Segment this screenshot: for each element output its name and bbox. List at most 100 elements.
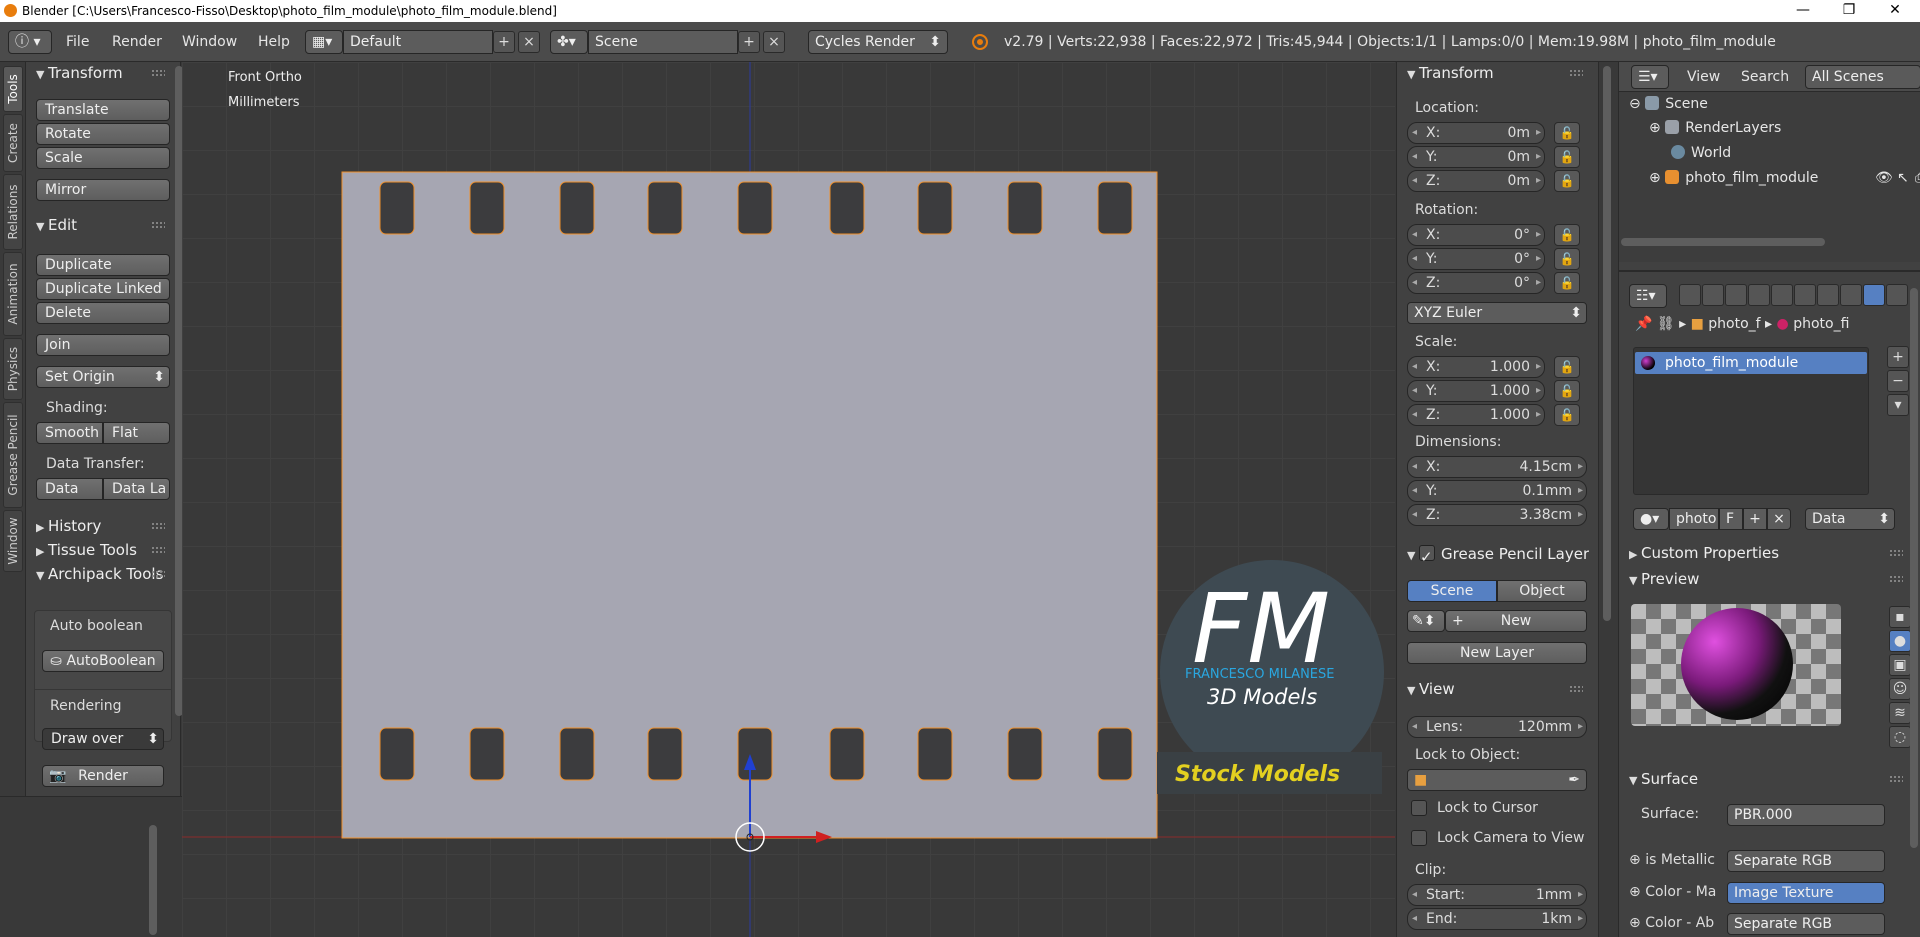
autoboolean-button[interactable]: ⛀ AutoBoolean	[42, 650, 164, 672]
tab-create[interactable]: Create	[3, 114, 23, 172]
dimension-x-field[interactable]: X: 4.15cm	[1407, 456, 1587, 478]
scale-z-field[interactable]: Z: 1.000	[1407, 404, 1545, 426]
mirror-button[interactable]: Mirror	[36, 179, 170, 201]
panel-header-transform-n[interactable]: ▼ Transform	[1397, 62, 1589, 86]
tab-relations[interactable]: Relations	[3, 174, 23, 250]
gp-new-layer-button[interactable]: New Layer	[1407, 642, 1587, 664]
texture-tab-icon[interactable]	[1886, 284, 1908, 306]
lock-icon[interactable]: 🔓	[1554, 356, 1580, 378]
outliner-hscrollbar[interactable]	[1621, 238, 1825, 246]
outliner-renderlayers-row[interactable]: ⊕ RenderLayers	[1649, 120, 1781, 136]
properties-editor-type[interactable]: ☷▾	[1629, 284, 1667, 308]
3d-viewport[interactable]: Front Ortho Millimeters FM FRANCESCO MIL…	[182, 62, 1395, 937]
screen-layout-field[interactable]: Default	[343, 30, 493, 54]
delete-button[interactable]: Delete	[36, 302, 170, 324]
preview-monkey-icon[interactable]: ☺	[1889, 678, 1911, 700]
gp-new-button[interactable]: + New	[1445, 610, 1587, 632]
slot-specials-icon[interactable]: ▾	[1887, 394, 1909, 416]
menu-window[interactable]: Window	[182, 34, 237, 50]
rotation-mode-select[interactable]: XYZ Euler ⬍	[1407, 302, 1587, 324]
remove-scene-icon[interactable]: ×	[763, 31, 785, 53]
pencil-icon[interactable]: ✎⬍	[1407, 610, 1445, 632]
properties-scrollbar[interactable]	[1910, 288, 1918, 848]
tab-physics[interactable]: Physics	[3, 338, 23, 400]
panel-header-preview[interactable]: ▼ Preview	[1619, 568, 1909, 592]
menu-help[interactable]: Help	[258, 34, 290, 50]
rotation-x-field[interactable]: X: 0°	[1407, 224, 1545, 246]
expand-icon[interactable]: ⊕	[1629, 884, 1645, 900]
screen-layout-icon[interactable]: ▦▾	[305, 30, 343, 54]
preview-world-icon[interactable]: ◌	[1889, 726, 1911, 748]
tab-animation[interactable]: Animation	[3, 252, 23, 336]
expand-icon[interactable]: ⊕	[1629, 915, 1645, 931]
lower-scrollbar[interactable]	[149, 825, 157, 935]
cursor-select-icon[interactable]: ↖	[1897, 170, 1909, 186]
lock-icon[interactable]: 🔓	[1554, 272, 1580, 294]
panel-header-tissue-tools[interactable]: ▶ Tissue Tools	[26, 539, 171, 563]
location-y-field[interactable]: Y: 0m	[1407, 146, 1545, 168]
draw-over-select[interactable]: Draw over ⬍	[42, 728, 164, 750]
preview-hair-icon[interactable]: ≋	[1889, 702, 1911, 724]
material-name-field[interactable]: photo	[1669, 508, 1719, 530]
render-layers-tab-icon[interactable]	[1702, 284, 1724, 306]
panel-header-grease-pencil[interactable]: ▼ ✓ Grease Pencil Layers	[1397, 542, 1589, 566]
outliner-world-row[interactable]: World	[1671, 145, 1731, 161]
rotation-z-field[interactable]: Z: 0°	[1407, 272, 1545, 294]
data-transfer-button[interactable]: Data	[36, 478, 103, 500]
material-slot-row[interactable]: photo_film_module	[1635, 352, 1867, 374]
panel-header-history[interactable]: ▶ History	[26, 515, 171, 539]
outliner-scene-row[interactable]: ⊖ Scene	[1629, 96, 1708, 112]
expand-icon[interactable]: ⊕	[1629, 852, 1645, 868]
scene-tab-icon[interactable]	[1725, 284, 1747, 306]
data-layout-button[interactable]: Data La	[103, 478, 170, 500]
drag-handle-icon[interactable]	[151, 221, 165, 229]
clip-start-field[interactable]: Start: 1mm	[1407, 884, 1587, 906]
panel-header-archipack[interactable]: ▼ Archipack Tools	[26, 563, 171, 587]
menu-file[interactable]: File	[66, 34, 89, 50]
add-slot-icon[interactable]: +	[1887, 346, 1909, 368]
lock-icon[interactable]: 🔓	[1554, 380, 1580, 402]
drag-handle-icon[interactable]	[151, 69, 165, 77]
panel-header-surface[interactable]: ▼ Surface	[1619, 768, 1909, 792]
location-z-field[interactable]: Z: 0m	[1407, 170, 1545, 192]
scale-x-field[interactable]: X: 1.000	[1407, 356, 1545, 378]
input-node-select[interactable]: Image Texture	[1727, 882, 1885, 904]
lock-icon[interactable]: 🔓	[1554, 224, 1580, 246]
pin-icon[interactable]: 📌	[1635, 316, 1652, 332]
remove-slot-icon[interactable]: −	[1887, 370, 1909, 392]
lock-icon[interactable]: 🔓	[1554, 170, 1580, 192]
unlink-material-icon[interactable]: ×	[1767, 508, 1791, 530]
panel-header-transform[interactable]: ▼ Transform	[26, 62, 171, 86]
lock-icon[interactable]: 🔓	[1554, 248, 1580, 270]
world-tab-icon[interactable]	[1748, 284, 1770, 306]
preview-cube-icon[interactable]: ▣	[1889, 654, 1911, 676]
link-type-select[interactable]: Data ⬍	[1805, 508, 1895, 530]
render-tab-icon[interactable]	[1679, 284, 1701, 306]
gp-object-toggle[interactable]: Object	[1497, 580, 1587, 602]
fake-user-toggle[interactable]: F	[1719, 508, 1743, 530]
lock-camera-checkbox[interactable]	[1411, 830, 1427, 846]
lens-field[interactable]: Lens: 120mm	[1407, 716, 1587, 738]
close-button[interactable]: ✕	[1872, 0, 1918, 22]
drag-handle-icon[interactable]	[1569, 685, 1583, 693]
lock-icon[interactable]: 🔓	[1554, 146, 1580, 168]
maximize-button[interactable]: ❐	[1826, 0, 1872, 22]
render-camera-icon[interactable]: ⎙	[1915, 170, 1920, 186]
set-origin-select[interactable]: Set Origin ⬍	[36, 366, 170, 388]
collapse-icon[interactable]: ⊖	[1629, 96, 1645, 112]
tab-grease-pencil[interactable]: Grease Pencil	[3, 402, 23, 508]
flat-button[interactable]: Flat	[103, 422, 170, 444]
drag-handle-icon[interactable]	[1889, 775, 1903, 783]
expand-icon[interactable]: ⊕	[1649, 120, 1665, 136]
tab-tools[interactable]: Tools	[3, 66, 23, 112]
outliner-editor-type[interactable]: ☰▾	[1631, 65, 1669, 89]
translate-button[interactable]: Translate	[36, 99, 170, 121]
constraints-tab-icon[interactable]	[1794, 284, 1816, 306]
dimension-z-field[interactable]: Z: 3.38cm	[1407, 504, 1587, 526]
input-node-select[interactable]: Separate RGB	[1727, 850, 1885, 872]
outliner-object-row[interactable]: ⊕ photo_film_module 👁↖ ⎙	[1649, 170, 1920, 186]
object-tab-icon[interactable]	[1771, 284, 1793, 306]
drag-handle-icon[interactable]	[151, 546, 165, 554]
render-button[interactable]: 📷 Render	[42, 765, 164, 787]
lock-object-field[interactable]: ■ ✒	[1407, 769, 1587, 791]
